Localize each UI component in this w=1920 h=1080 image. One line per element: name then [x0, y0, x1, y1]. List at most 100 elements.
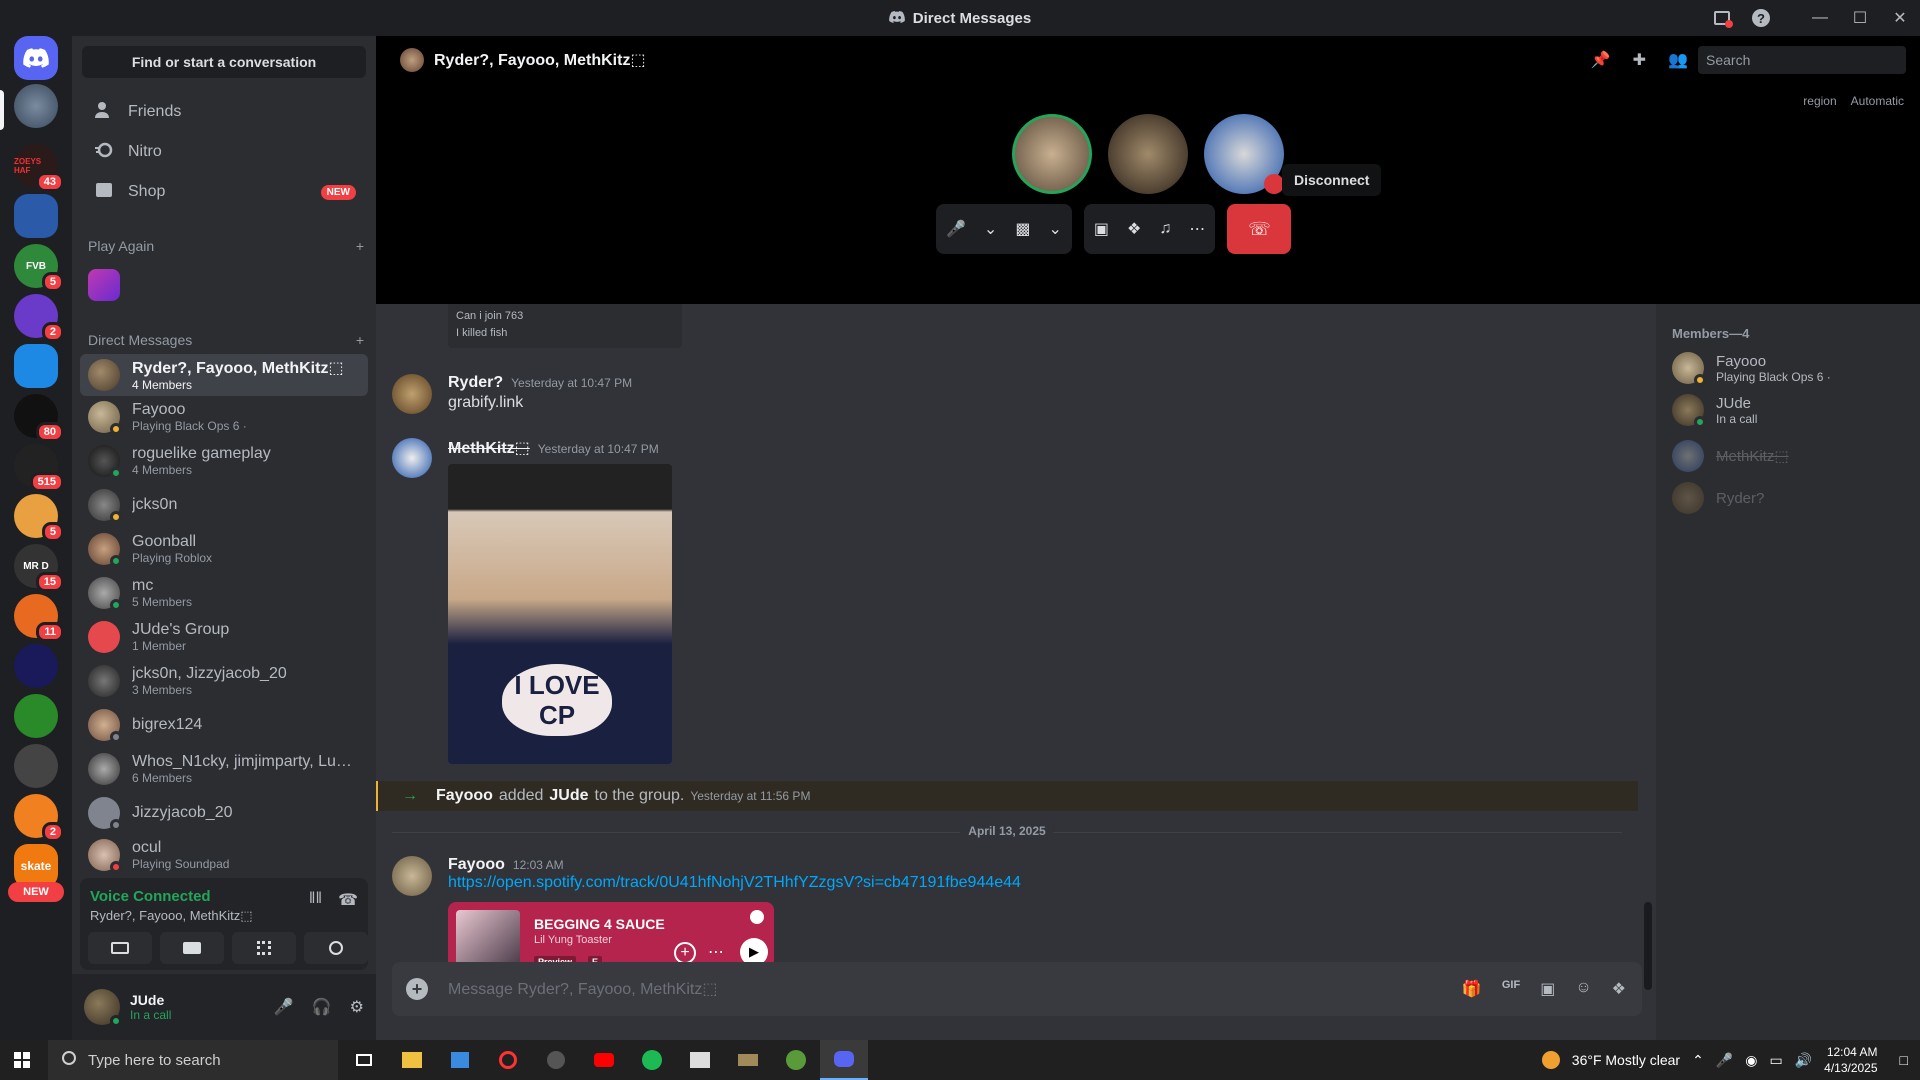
clock[interactable]: 12:04 AM 4/13/2025 — [1824, 1044, 1877, 1076]
add-attachment-icon[interactable]: + — [406, 978, 428, 1000]
dm-item[interactable]: Jizzyjacob_20 — [80, 792, 368, 834]
region-selector[interactable]: region Automatic — [1803, 94, 1904, 108]
message-composer[interactable]: + Message Ryder?, Fayooo, MethKitz⬚ 🎁 GI… — [392, 962, 1642, 1016]
soundboard-button[interactable] — [304, 932, 368, 964]
spotify-icon[interactable] — [628, 1040, 676, 1080]
server-icon[interactable] — [14, 744, 58, 788]
microphone-icon[interactable]: 🎤 — [1716, 1052, 1733, 1069]
disconnect-icon[interactable]: ☎ — [338, 890, 358, 910]
server-icon[interactable] — [14, 194, 58, 238]
message-link[interactable]: https://open.spotify.com/track/0U41hfNoh… — [448, 874, 1021, 892]
help-icon[interactable]: ? — [1752, 9, 1770, 27]
server-icon[interactable]: 515 — [14, 444, 64, 492]
gift-icon[interactable]: 🎁 — [1462, 979, 1482, 999]
plus-icon[interactable]: + — [356, 238, 364, 254]
dm-item[interactable]: bigrex124 — [80, 704, 368, 746]
server-icon[interactable]: MR D 15 — [14, 544, 64, 592]
call-of-duty-icon[interactable] — [676, 1040, 724, 1080]
app-icon[interactable] — [772, 1040, 820, 1080]
youtube-icon[interactable] — [580, 1040, 628, 1080]
home-button[interactable] — [14, 36, 58, 80]
search-input[interactable]: Search — [1698, 46, 1906, 74]
notifications-icon[interactable]: □ — [1900, 1052, 1908, 1068]
gif-icon[interactable]: GIF — [1502, 979, 1520, 999]
chevron-down-icon[interactable]: ⌄ — [984, 219, 997, 239]
call-participant-avatar[interactable] — [1012, 114, 1092, 194]
dm-item[interactable]: Whos_N1cky, jimjimparty, Luc... 6 Members — [80, 748, 368, 790]
windows-start-icon[interactable] — [14, 1052, 30, 1068]
member-list-icon[interactable]: 👥 — [1668, 50, 1688, 70]
inbox-icon[interactable] — [1714, 11, 1733, 28]
soundboard-icon[interactable]: ♫ — [1159, 220, 1171, 238]
server-icon[interactable]: FVB 5 — [14, 244, 64, 292]
add-to-library-icon[interactable]: + — [674, 942, 696, 964]
server-icon[interactable]: 80 — [14, 394, 64, 442]
settings-gear-icon[interactable]: ⚙ — [350, 997, 364, 1017]
camera-off-icon[interactable]: ▩ — [1015, 219, 1030, 239]
message-author[interactable]: Fayooo — [448, 856, 505, 874]
system-actor[interactable]: Fayooo — [436, 787, 493, 805]
create-dm-icon[interactable]: + — [356, 332, 364, 348]
taskbar-search[interactable]: Type here to search — [48, 1040, 338, 1080]
app-icon[interactable] — [724, 1040, 772, 1080]
microphone-icon[interactable]: 🎤 — [946, 219, 966, 239]
member-item[interactable]: MethKitz⬚ — [1672, 440, 1789, 472]
headphones-icon[interactable]: 🎧 — [312, 997, 332, 1017]
server-icon[interactable] — [14, 344, 58, 388]
close-button[interactable]: ✕ — [1880, 0, 1920, 36]
message-author[interactable]: Ryder? — [448, 374, 503, 392]
pin-icon[interactable]: 📌 — [1591, 50, 1611, 70]
dm-item[interactable]: ocul Playing Soundpad — [80, 834, 368, 876]
disconnect-button[interactable]: ☏ — [1227, 204, 1292, 254]
server-icon[interactable]: 2 — [14, 294, 64, 342]
noise-suppression-icon[interactable]: ‖‖ — [309, 890, 322, 910]
call-participant-avatar[interactable] — [1108, 114, 1188, 194]
member-item[interactable]: Ryder? — [1672, 482, 1764, 514]
dm-item[interactable]: JUde's Group 1 Member — [80, 616, 368, 658]
call-participant-avatar[interactable] — [1204, 114, 1284, 194]
sticker-icon[interactable]: ▣ — [1540, 979, 1555, 999]
server-icon[interactable]: 2 — [14, 794, 64, 842]
task-view-icon[interactable] — [340, 1040, 388, 1080]
screenshare-button[interactable] — [160, 932, 224, 964]
avatar[interactable] — [84, 989, 122, 1027]
screen-share-icon[interactable]: ▣ — [1094, 219, 1109, 239]
server-icon[interactable] — [14, 694, 58, 738]
volume-icon[interactable]: 🔊 — [1795, 1052, 1812, 1069]
server-icon[interactable] — [14, 644, 58, 688]
apps-icon[interactable]: ❖ — [1612, 979, 1626, 999]
add-friends-icon[interactable]: ✚ — [1633, 50, 1646, 70]
activity-icon[interactable]: ❖ — [1127, 219, 1141, 239]
find-conversation-button[interactable]: Find or start a conversation — [82, 46, 366, 78]
more-icon[interactable]: ⋯ — [708, 942, 724, 962]
avatar[interactable] — [392, 438, 432, 478]
weather-text[interactable]: 36°F Mostly clear — [1572, 1052, 1680, 1068]
app-icon[interactable] — [532, 1040, 580, 1080]
dm-item[interactable]: roguelike gameplay 4 Members — [80, 440, 368, 482]
dm-item[interactable]: jcks0n, Jizzyjacob_20 3 Members — [80, 660, 368, 702]
avatar[interactable] — [392, 856, 432, 896]
activities-button[interactable] — [232, 932, 296, 964]
chevron-up-icon[interactable]: ⌃ — [1692, 1052, 1704, 1069]
more-icon[interactable]: ⋯ — [1189, 219, 1205, 239]
server-icon[interactable]: 5 — [14, 494, 64, 542]
webcam-icon[interactable]: ◉ — [1745, 1052, 1757, 1069]
dm-item[interactable]: jcks0n — [80, 484, 368, 526]
message-input[interactable]: Message Ryder?, Fayooo, MethKitz⬚ — [448, 979, 717, 999]
member-item[interactable]: Fayooo Playing Black Ops 6 · — [1672, 352, 1831, 386]
microphone-icon[interactable]: 🎤 — [274, 997, 294, 1017]
dm-item[interactable]: Ryder?, Fayooo, MethKitz⬚ 4 Members — [80, 354, 368, 396]
opera-icon[interactable] — [484, 1040, 532, 1080]
network-icon[interactable]: ▭ — [1769, 1052, 1782, 1069]
file-explorer-icon[interactable] — [388, 1040, 436, 1080]
dm-item[interactable]: Fayooo Playing Black Ops 6 · — [80, 396, 368, 438]
server-icon[interactable]: 11 — [14, 594, 64, 642]
system-target[interactable]: JUde — [549, 787, 588, 805]
nav-nitro[interactable]: Nitro — [80, 132, 368, 172]
maximize-button[interactable]: ☐ — [1840, 0, 1880, 36]
dm-item[interactable]: mc 5 Members — [80, 572, 368, 614]
dm-item[interactable]: Goonball Playing Roblox — [80, 528, 368, 570]
server-icon[interactable] — [14, 84, 58, 128]
nav-friends[interactable]: Friends — [80, 92, 368, 132]
image-attachment[interactable]: I LOVE CP — [448, 464, 672, 764]
